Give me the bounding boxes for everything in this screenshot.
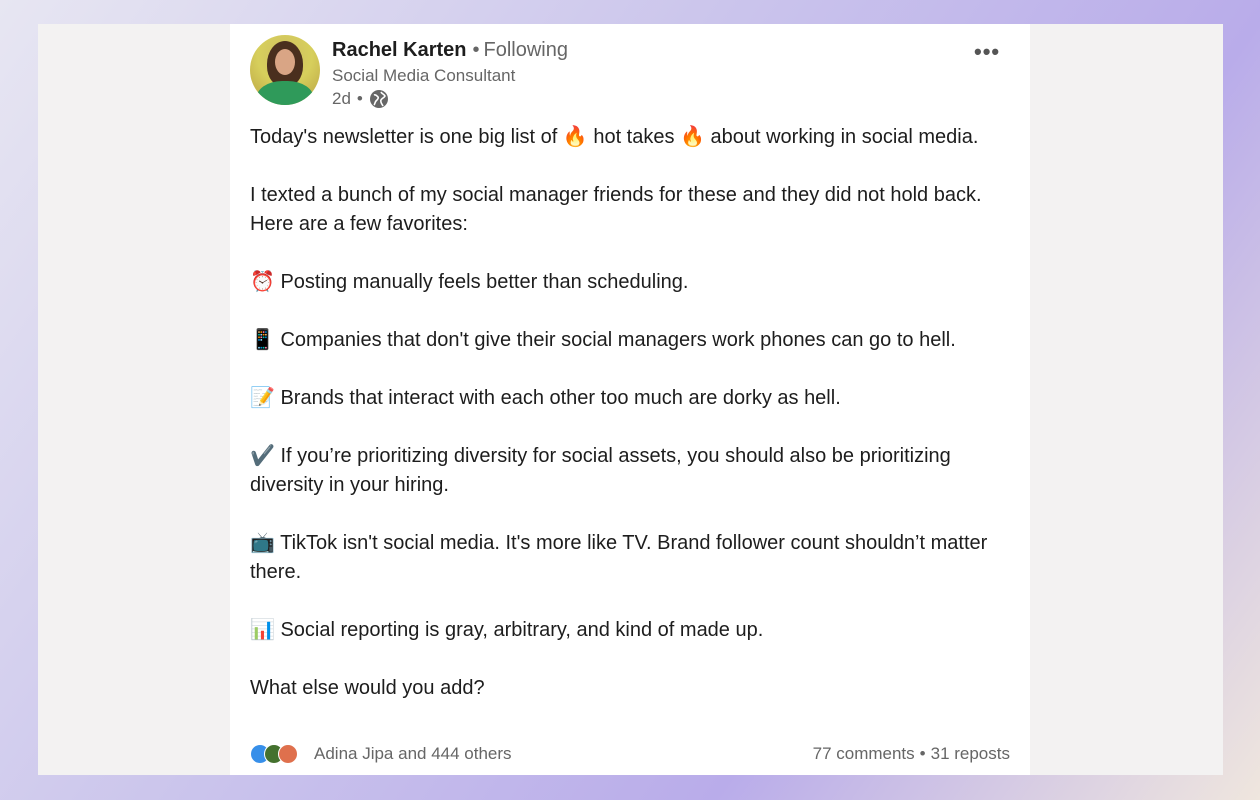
post-meta: 2d • [332,89,389,109]
post-body: Today's newsletter is one big list of 🔥 … [250,123,1010,703]
reposts-count[interactable]: 31 reposts [931,744,1010,763]
separator-dot: • [919,744,926,763]
post-paragraph: 📺 TikTok isn't social media. It's more l… [250,532,988,583]
post-paragraph: 📊 Social reporting is gray, arbitrary, a… [250,619,764,641]
post-paragraph: 📱 Companies that don't give their social… [250,329,956,351]
comments-count[interactable]: 77 comments [813,744,915,763]
reactions-text[interactable]: Adina Jipa and 444 others [314,744,512,764]
post-paragraph: I texted a bunch of my social manager fr… [250,184,982,235]
globe-icon [369,89,389,109]
post-footer: Adina Jipa and 444 others 77 comments • 31… [250,742,1010,768]
follow-status[interactable]: Following [484,39,568,61]
post-paragraph: What else would you add? [250,677,485,699]
author-name[interactable]: Rachel Karten [332,39,467,61]
author-headline: Social Media Consultant [332,66,516,85]
post-paragraph: ✔️ If you’re prioritizing diversity for … [250,445,951,496]
love-icon [278,744,298,764]
separator-dot: • [356,89,363,108]
reactions-summary[interactable] [250,744,310,766]
post-time: 2d [332,89,351,108]
engagement-counts: 77 comments • 31 reposts [813,744,1010,764]
more-options-icon[interactable]: ••• [974,39,1000,65]
post-paragraph: Today's newsletter is one big list of 🔥 … [250,126,979,148]
post-card: Rachel Karten • Following Social Media Con… [230,24,1030,775]
author-name-row: Rachel Karten • Following [332,39,568,62]
separator-dot: • [472,39,480,61]
author-avatar[interactable] [250,35,320,105]
post-paragraph: 📝 Brands that interact with each other t… [250,387,841,409]
post-paragraph: ⏰ Posting manually feels better than sch… [250,271,689,293]
